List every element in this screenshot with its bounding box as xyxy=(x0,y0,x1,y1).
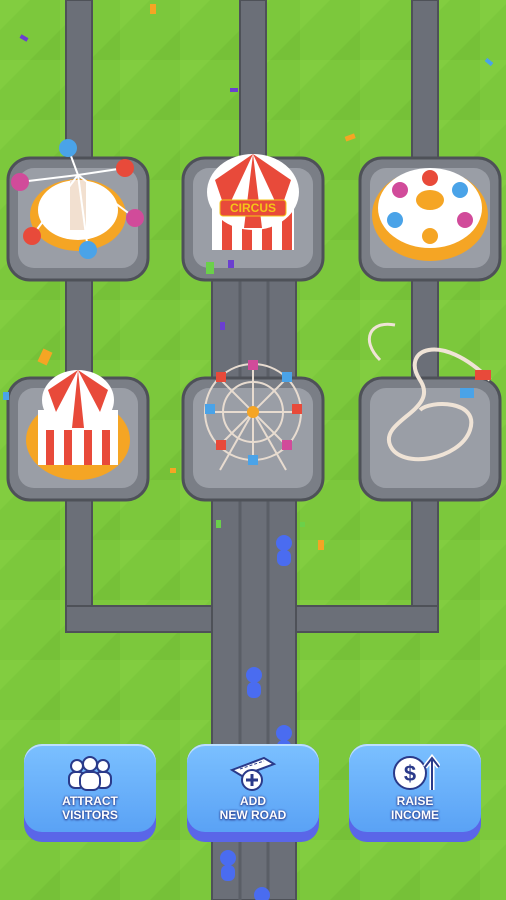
dollar-up-icon: $ xyxy=(393,753,440,790)
visitors-icon xyxy=(68,756,112,791)
circus-sign: CIRCUS xyxy=(230,201,276,215)
raise-income-button[interactable]: $ RAISE INCOME xyxy=(349,744,481,842)
add-new-road-label: ADD NEW ROAD xyxy=(219,794,287,822)
attract-visitors-button[interactable]: ATTRACT VISITORS xyxy=(24,744,156,842)
road-plus-icon xyxy=(229,756,277,791)
add-new-road-button[interactable]: ADD NEW ROAD xyxy=(187,744,319,842)
raise-income-label: RAISE INCOME xyxy=(391,794,439,822)
circus-tent-icon[interactable]: CIRCUS xyxy=(207,154,299,250)
svg-text:$: $ xyxy=(404,761,416,786)
attract-visitors-label: ATTRACT VISITORS xyxy=(62,794,118,822)
